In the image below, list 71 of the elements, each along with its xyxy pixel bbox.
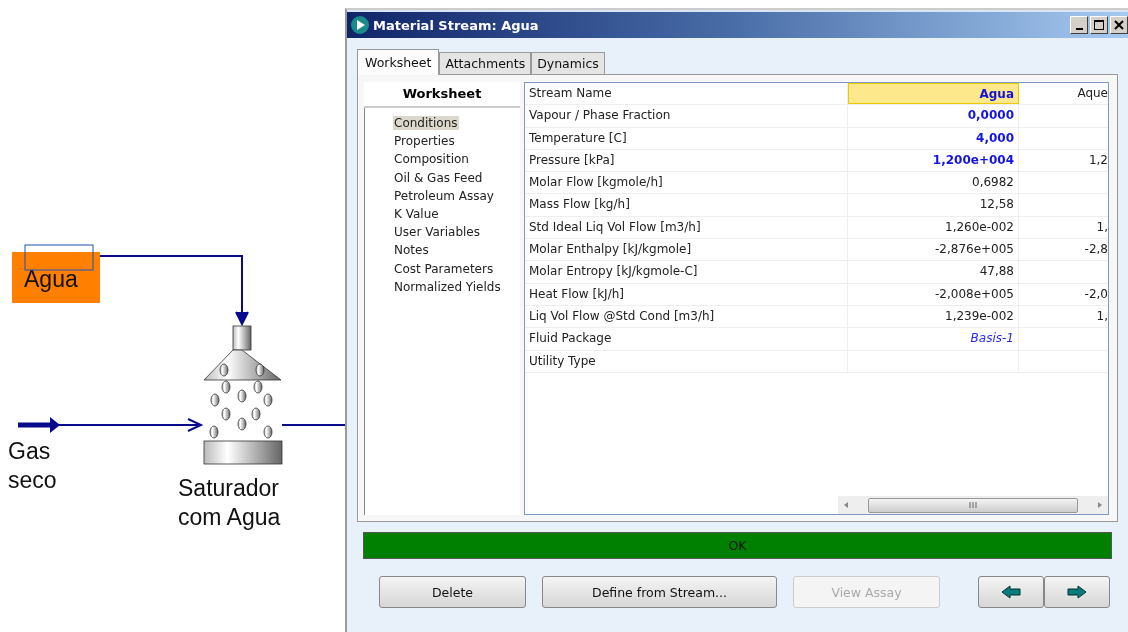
value: 1,239e-002 bbox=[945, 308, 1014, 323]
row-label: Temperature [C] bbox=[525, 127, 848, 149]
nav-item[interactable]: Composition bbox=[393, 152, 470, 167]
tab[interactable]: Attachments bbox=[439, 52, 532, 74]
value: -2,008e+005 bbox=[934, 286, 1014, 301]
scroll-right-icon[interactable] bbox=[1096, 501, 1104, 509]
stream-label: Gas seco bbox=[8, 437, 58, 495]
window-title: Material Stream: Agua bbox=[373, 17, 540, 33]
value: 1, bbox=[1096, 308, 1108, 323]
row-label: Liq Vol Flow @Std Cond [m3/h] bbox=[525, 305, 848, 328]
value: 0,6982 bbox=[972, 175, 1014, 190]
close-button[interactable] bbox=[1110, 16, 1128, 34]
maximize-button[interactable] bbox=[1090, 16, 1108, 34]
close-icon bbox=[1114, 20, 1124, 30]
nav-item[interactable]: Cost Parameters bbox=[393, 261, 495, 276]
link[interactable]: Basis-1 bbox=[970, 331, 1014, 346]
value: 1, bbox=[1096, 219, 1108, 234]
nav-item[interactable]: Notes bbox=[393, 243, 430, 258]
previous-button[interactable] bbox=[978, 576, 1044, 608]
scroll-left-icon[interactable] bbox=[842, 501, 850, 509]
unit-label: Saturador com Agua bbox=[178, 474, 282, 532]
tab[interactable]: Worksheet bbox=[357, 49, 440, 75]
row-label: Molar Flow [kgmole/h] bbox=[525, 172, 848, 194]
row-label: Utility Type bbox=[525, 350, 848, 372]
nav-item[interactable]: Normalized Yields bbox=[393, 279, 502, 294]
value: 0,0000 bbox=[967, 108, 1014, 123]
column-header[interactable]: Aque bbox=[1019, 83, 1108, 105]
nav-item[interactable]: Oil & Gas Feed bbox=[393, 170, 484, 185]
right-arrow-icon bbox=[1067, 585, 1087, 599]
value: 47,88 bbox=[979, 264, 1014, 279]
scroll-thumb[interactable] bbox=[868, 497, 1078, 513]
tab[interactable]: Dynamics bbox=[531, 52, 605, 74]
value: 4,000 bbox=[976, 130, 1014, 145]
nav-item[interactable]: Properties bbox=[393, 134, 456, 149]
row-label: Heat Flow [kJ/h] bbox=[525, 283, 848, 305]
next-button[interactable] bbox=[1044, 576, 1110, 608]
grip-icon bbox=[968, 502, 978, 508]
column-header[interactable]: Agua bbox=[848, 83, 1019, 105]
row-label: Molar Entropy [kJ/kgmole-C] bbox=[525, 261, 848, 283]
nav-item[interactable]: Conditions bbox=[393, 116, 459, 130]
row-label: Pressure [kPa] bbox=[525, 149, 848, 172]
stream-label: Agua bbox=[24, 266, 78, 293]
row-label: Vapour / Phase Fraction bbox=[525, 105, 848, 127]
action-button[interactable]: Define from Stream... bbox=[542, 576, 777, 608]
value: 12,58 bbox=[979, 197, 1014, 212]
stream-line bbox=[281, 424, 345, 426]
status-bar: OK bbox=[363, 532, 1112, 559]
minimize-button[interactable] bbox=[1070, 16, 1088, 34]
maximize-icon bbox=[1094, 20, 1104, 30]
value: 1,2 bbox=[1088, 152, 1108, 167]
horizontal-scrollbar[interactable] bbox=[838, 496, 1108, 514]
nav-item[interactable]: User Variables bbox=[393, 225, 481, 240]
value: 1,260e-002 bbox=[945, 219, 1014, 234]
saturator-drawing[interactable] bbox=[203, 325, 283, 465]
row-label: Molar Enthalpy [kJ/kgmole] bbox=[525, 239, 848, 261]
stream-block[interactable]: Agua bbox=[12, 252, 100, 303]
nav-item[interactable]: Petroleum Assay bbox=[393, 188, 495, 203]
left-arrow-icon bbox=[1001, 585, 1021, 599]
selection-outline bbox=[24, 244, 94, 271]
row-label: Std Ideal Liq Vol Flow [m3/h] bbox=[525, 216, 848, 239]
minimize-icon bbox=[1075, 28, 1083, 30]
row-label: Mass Flow [kg/h] bbox=[525, 194, 848, 216]
value: 1,200e+004 bbox=[932, 152, 1014, 167]
value: -2,0 bbox=[1084, 286, 1108, 301]
row-label: Fluid Package bbox=[525, 328, 848, 350]
play-icon bbox=[350, 15, 370, 35]
value: -2,876e+005 bbox=[934, 242, 1014, 257]
section-header: Worksheet bbox=[364, 82, 520, 108]
value: -2,8 bbox=[1084, 242, 1108, 257]
nav-item[interactable]: K Value bbox=[393, 207, 440, 221]
action-button[interactable]: Delete bbox=[379, 576, 526, 608]
